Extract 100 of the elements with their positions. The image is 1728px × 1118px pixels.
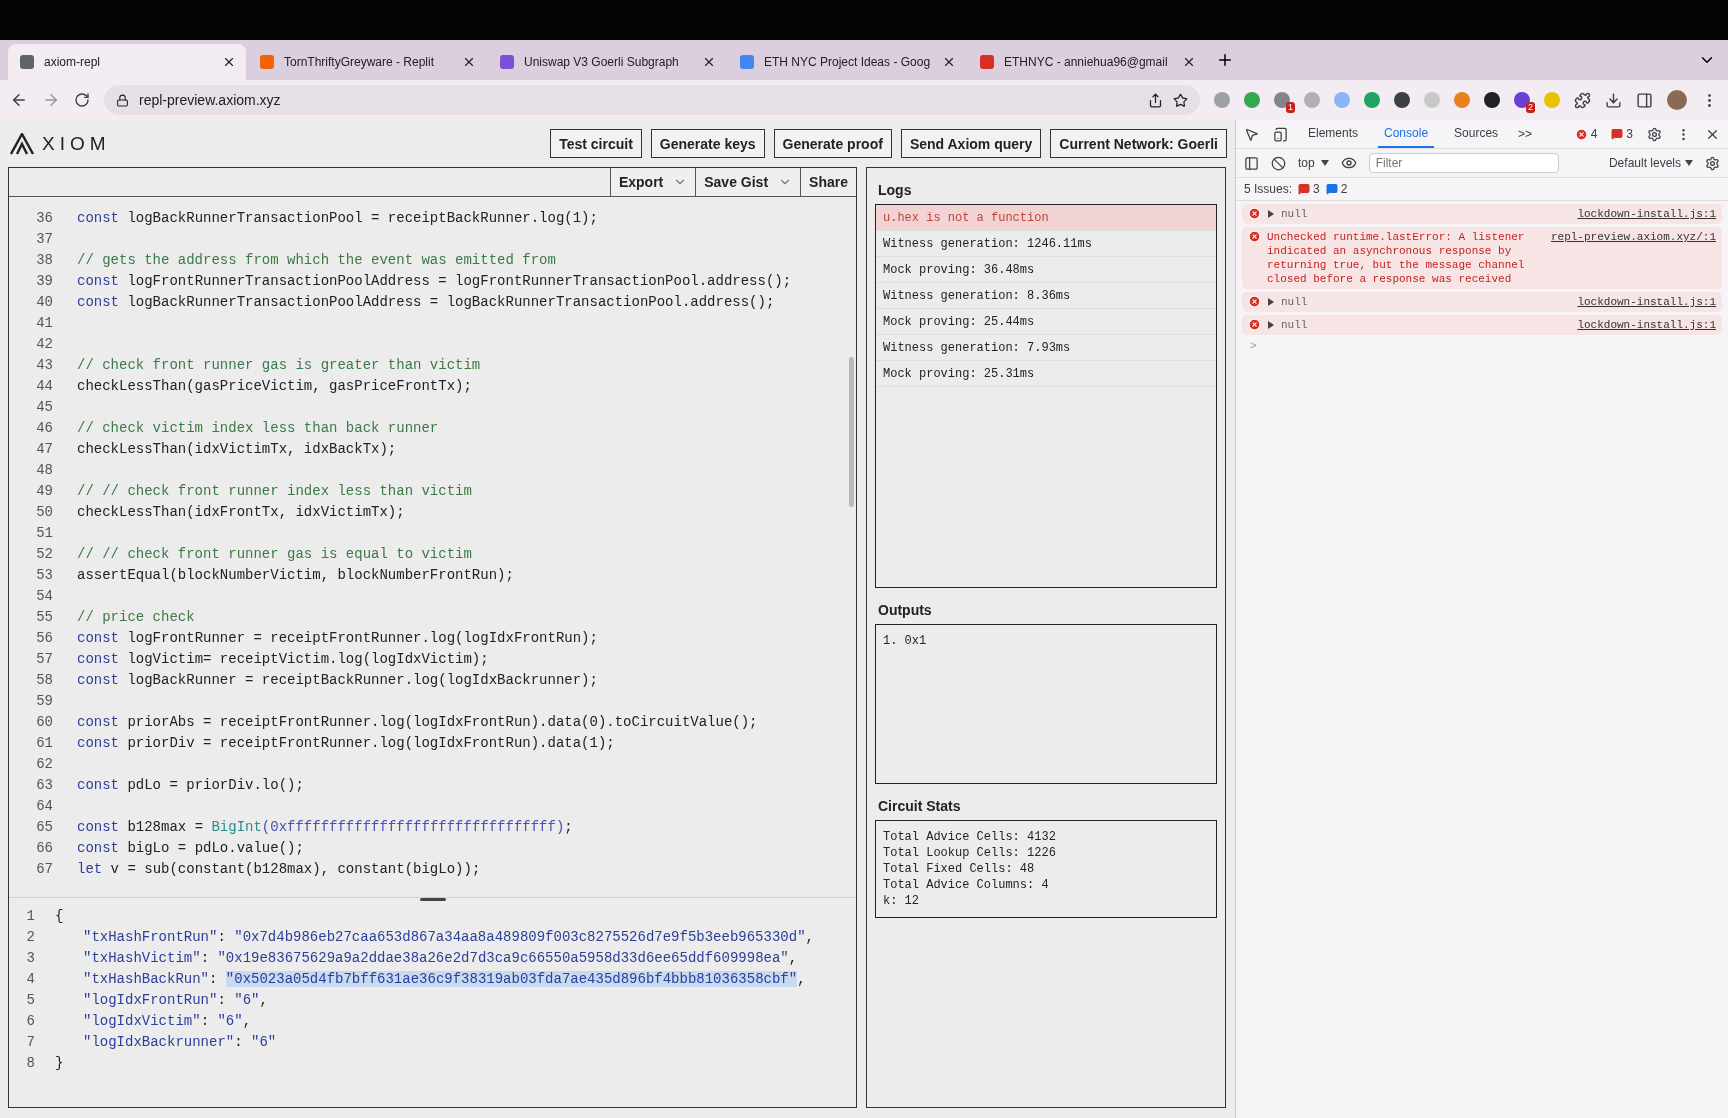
scrollbar[interactable] bbox=[849, 357, 854, 507]
code-line: const logBackRunnerTransactionPoolAddress = logBackRunnerTransactionPool.address(); bbox=[77, 293, 775, 310]
code-line: // check victim index less than back runner bbox=[77, 419, 439, 436]
source-link[interactable]: lockdown-install.js:1 bbox=[1577, 207, 1716, 221]
expand-arrow-icon bbox=[1267, 210, 1275, 218]
action-button[interactable]: Generate keys bbox=[650, 129, 765, 158]
code-line: checkLessThan(idxFrontTx, idxVictimTx); bbox=[77, 503, 405, 520]
log-entry: Mock proving: 36.48ms bbox=[876, 257, 1216, 283]
caret-icon bbox=[1320, 159, 1329, 167]
stat-line: Total Advice Cells: 4132 bbox=[883, 829, 1057, 845]
extension-icon[interactable] bbox=[1394, 92, 1410, 108]
devtools-tab[interactable]: Console bbox=[1378, 120, 1435, 148]
eye-icon[interactable] bbox=[1340, 155, 1357, 171]
message-text[interactable]: null bbox=[1281, 207, 1572, 221]
line-number: 38 bbox=[35, 251, 53, 268]
close-icon[interactable] bbox=[702, 55, 716, 69]
error-icon bbox=[1248, 230, 1261, 243]
line-number: 47 bbox=[35, 440, 53, 457]
code-line: const logBackRunner = receiptBackRunner.log(logIdxBackrunner); bbox=[77, 671, 598, 688]
action-button[interactable]: Send Axiom query bbox=[900, 129, 1042, 158]
code-line: assertEqual(blockNumberVictim, blockNumberFrontRun); bbox=[77, 566, 514, 583]
filter-field[interactable]: Filter bbox=[1368, 153, 1559, 173]
line-number: 48 bbox=[35, 461, 53, 478]
device-icon[interactable] bbox=[1273, 126, 1288, 142]
message-text: Unchecked runtime.lastError: A listener indicated an asynchronous response by returning true, but the message channel closed before a response was received bbox=[1267, 230, 1526, 286]
address-bar[interactable]: repl-preview.axiom.xyz bbox=[104, 85, 1200, 115]
inspect-icon[interactable] bbox=[1244, 126, 1259, 142]
action-button[interactable]: Generate proof bbox=[773, 129, 892, 158]
line-number: 51 bbox=[35, 524, 53, 541]
settings-icon[interactable] bbox=[1705, 155, 1720, 171]
stat-line: Total Advice Columns: 4 bbox=[883, 877, 1050, 893]
bookmark-star-icon[interactable] bbox=[1173, 92, 1188, 108]
line-number: 63 bbox=[35, 776, 53, 793]
reload-icon[interactable] bbox=[74, 92, 90, 108]
devtools-tab[interactable]: Elements bbox=[1302, 120, 1365, 148]
line-number: 56 bbox=[35, 629, 53, 646]
browser-tab[interactable]: ETHNYC - anniehua96@gmail bbox=[968, 44, 1206, 80]
download-icon[interactable] bbox=[1605, 91, 1622, 109]
source-link[interactable]: lockdown-install.js:1 bbox=[1577, 318, 1716, 332]
log-entry: Witness generation: 8.36ms bbox=[876, 283, 1216, 309]
output-item: 1. 0x1 bbox=[883, 633, 928, 649]
logo: XIOM bbox=[42, 132, 111, 155]
close-icon[interactable] bbox=[1182, 55, 1196, 69]
line-number: 39 bbox=[35, 272, 53, 289]
extension-icon[interactable] bbox=[1484, 92, 1500, 108]
side-panel-icon[interactable] bbox=[1636, 91, 1653, 109]
line-number: 41 bbox=[35, 314, 53, 331]
line-number: 57 bbox=[35, 650, 53, 667]
browser-tab[interactable]: Uniswap V3 Goerli Subgraph bbox=[488, 44, 726, 80]
avatar[interactable] bbox=[1667, 90, 1687, 110]
resize-handle[interactable] bbox=[419, 898, 446, 901]
issues-label: 5 Issues: bbox=[1244, 182, 1293, 196]
close-icon[interactable] bbox=[942, 55, 956, 69]
code-line: // // check front runner gas is equal to victim bbox=[77, 545, 472, 562]
levels-select[interactable]: Default levels bbox=[1608, 156, 1693, 170]
stat-line: Total Fixed Cells: 48 bbox=[883, 861, 1036, 877]
code-line: // check front runner gas is greater than victim bbox=[77, 356, 481, 373]
line-number: 65 bbox=[35, 818, 53, 835]
source-link[interactable]: repl-preview.axiom.xyz/:1 bbox=[1550, 230, 1716, 286]
message-text[interactable]: null bbox=[1281, 318, 1572, 332]
expand-arrow-icon bbox=[1267, 298, 1275, 306]
close-icon[interactable] bbox=[462, 55, 476, 69]
source-link[interactable]: lockdown-install.js:1 bbox=[1577, 295, 1716, 309]
line-number: 54 bbox=[35, 587, 53, 604]
clear-icon[interactable] bbox=[1271, 155, 1286, 171]
error-icon bbox=[1248, 318, 1261, 331]
expand-arrow-icon bbox=[1267, 321, 1275, 329]
line-number: 45 bbox=[35, 398, 53, 415]
line-number: 43 bbox=[35, 356, 53, 373]
browser-tab[interactable]: ETH NYC Project Ideas - Goog bbox=[728, 44, 966, 80]
share-icon[interactable] bbox=[1148, 92, 1163, 108]
error-icon bbox=[1248, 295, 1261, 308]
more-tabs[interactable]: >> bbox=[1518, 127, 1533, 141]
action-button[interactable]: Test circuit bbox=[550, 129, 642, 158]
line-number: 8 bbox=[25, 1054, 35, 1071]
panel-heading: Circuit Stats bbox=[878, 798, 962, 814]
error-count: 4 bbox=[1590, 127, 1598, 141]
extensions-icon[interactable] bbox=[1574, 91, 1591, 109]
line-number: 61 bbox=[35, 734, 53, 751]
browser-tab[interactable]: TornThriftyGreyware - Replit bbox=[248, 44, 486, 80]
context-select[interactable]: top bbox=[1298, 156, 1329, 170]
code-line: const logBackRunnerTransactionPool = receiptBackRunner.log(1); bbox=[77, 209, 598, 226]
message-text[interactable]: null bbox=[1281, 295, 1572, 309]
sidebar-icon[interactable] bbox=[1244, 155, 1259, 171]
stat-line: Total Lookup Cells: 1226 bbox=[883, 845, 1057, 861]
browser-tab[interactable]: axiom-repl bbox=[8, 44, 246, 80]
settings-icon[interactable] bbox=[1647, 126, 1662, 142]
line-number: 1 bbox=[25, 907, 35, 924]
devtools-tab[interactable]: Sources bbox=[1448, 120, 1505, 148]
extension-badge: 2 bbox=[1526, 102, 1535, 113]
line-number: 7 bbox=[25, 1033, 35, 1050]
line-number: 52 bbox=[35, 545, 53, 562]
code-line: checkLessThan(idxVictimTx, idxBackTx); bbox=[77, 440, 397, 457]
panel-heading: Outputs bbox=[878, 602, 933, 618]
log-entry: Witness generation: 1246.11ms bbox=[876, 231, 1216, 257]
line-number: 4 bbox=[25, 970, 35, 987]
action-button[interactable]: Current Network: Goerli bbox=[1050, 129, 1227, 158]
close-icon[interactable] bbox=[222, 55, 236, 69]
back-icon[interactable] bbox=[10, 91, 28, 109]
new-tab-icon[interactable] bbox=[1216, 51, 1234, 69]
